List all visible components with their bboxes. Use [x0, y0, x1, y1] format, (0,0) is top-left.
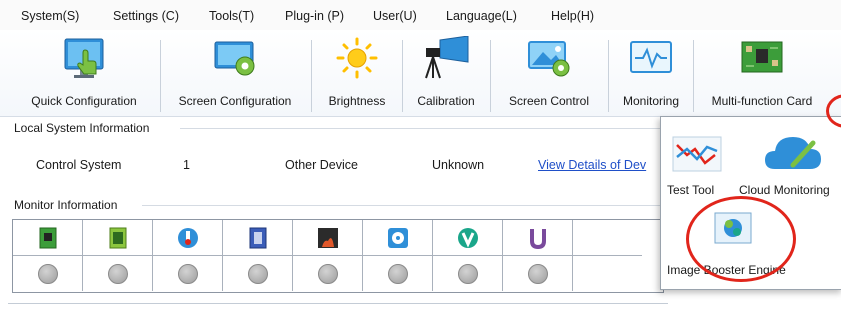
screen-configuration-button[interactable]: Screen Configuration	[163, 30, 307, 116]
menu-user[interactable]: User(U)	[373, 9, 417, 23]
circuit-module-icon[interactable]	[249, 227, 267, 249]
quick-configuration-button[interactable]: Quick Configuration	[12, 30, 156, 116]
screen-control-label: Screen Control	[508, 94, 590, 108]
receiving-card-icon[interactable]	[39, 227, 57, 249]
monitor-cell	[153, 256, 223, 291]
control-system-label: Control System	[36, 158, 122, 172]
camera-tripod-icon	[425, 36, 469, 79]
cloud-monitoring-label: Cloud Monitoring	[739, 183, 830, 197]
monitor-cell	[503, 220, 573, 256]
monitor-cell	[153, 220, 223, 256]
toolbar-separator	[693, 40, 694, 112]
monitor-cell	[293, 220, 363, 256]
screen-image-gear-icon	[528, 41, 570, 77]
monitor-cell	[433, 256, 503, 291]
toolbar-separator	[160, 40, 161, 112]
monitor-table	[12, 219, 664, 293]
monitor-cell	[503, 256, 573, 291]
fan-icon[interactable]	[387, 227, 409, 249]
status-led	[107, 263, 128, 284]
monitor-cell	[83, 256, 153, 291]
monitor-cell	[433, 220, 503, 256]
monitor-cell	[13, 220, 83, 256]
waveform-monitor-icon	[630, 41, 672, 73]
monitor-cell	[83, 220, 153, 256]
menu-system[interactable]: System(S)	[21, 9, 79, 23]
quick-configuration-label: Quick Configuration	[31, 94, 137, 108]
monitor-cell	[363, 220, 433, 256]
brightness-button[interactable]: Brightness	[314, 30, 400, 116]
monitor-cell	[13, 256, 83, 291]
monitoring-button[interactable]: Monitoring	[611, 30, 691, 116]
toolbar: Quick Configuration Screen Configuration…	[0, 30, 841, 117]
toolbar-separator	[311, 40, 312, 112]
monitor-cell	[573, 220, 642, 256]
local-system-title: Local System Information	[14, 121, 150, 135]
groupbox-divider	[142, 205, 660, 206]
status-led	[527, 263, 548, 284]
bottom-divider	[8, 303, 668, 304]
highlight-ring	[686, 196, 796, 282]
thermometer-icon[interactable]	[177, 227, 199, 249]
toolbar-separator	[490, 40, 491, 112]
status-led	[247, 263, 268, 284]
monitor-cell	[223, 256, 293, 291]
sun-icon	[336, 37, 378, 79]
sending-card-icon[interactable]	[109, 227, 127, 249]
screen-control-button[interactable]: Screen Control	[493, 30, 605, 116]
status-led	[317, 263, 338, 284]
cable-icon[interactable]	[528, 227, 548, 249]
other-device-value: Unknown	[432, 158, 485, 172]
test-tool-item[interactable]: Test Tool	[661, 125, 733, 203]
status-led	[37, 263, 58, 284]
menu-bar: System(S) Settings (C) Tools(T) Plug-in …	[0, 0, 841, 30]
multi-function-card-label: Multi-function Card	[711, 94, 813, 108]
toolbar-separator	[608, 40, 609, 112]
screen-configuration-label: Screen Configuration	[178, 94, 292, 108]
other-device-label: Other Device	[285, 158, 358, 172]
voltage-icon[interactable]	[457, 227, 479, 249]
status-led	[387, 263, 408, 284]
monitor-touch-icon	[64, 38, 104, 78]
monitor-cell	[573, 256, 642, 291]
monitor-cell	[293, 256, 363, 291]
menu-help[interactable]: Help(H)	[551, 9, 594, 23]
smoke-icon[interactable]	[317, 227, 339, 249]
cloud-pen-icon	[765, 137, 821, 169]
menu-language[interactable]: Language(L)	[446, 9, 517, 23]
groupbox-divider	[180, 128, 660, 129]
cloud-monitoring-item[interactable]: Cloud Monitoring	[735, 125, 841, 203]
menu-settings[interactable]: Settings (C)	[113, 9, 179, 23]
screen-gear-icon	[214, 41, 255, 76]
monitor-cell	[363, 256, 433, 291]
monitoring-label: Monitoring	[622, 94, 680, 108]
menu-plugin[interactable]: Plug-in (P)	[285, 9, 344, 23]
menu-tools[interactable]: Tools(T)	[209, 9, 254, 23]
monitor-cell	[223, 220, 293, 256]
calibration-label: Calibration	[417, 94, 475, 108]
monitor-information-title: Monitor Information	[14, 198, 118, 212]
brightness-label: Brightness	[328, 94, 386, 108]
toolbar-separator	[402, 40, 403, 112]
status-led	[177, 263, 198, 284]
test-tool-label: Test Tool	[667, 183, 715, 197]
status-led	[457, 263, 478, 284]
test-chart-icon	[672, 136, 722, 172]
view-details-link[interactable]: View Details of Dev	[538, 158, 646, 172]
circuit-board-icon	[741, 41, 783, 73]
calibration-button[interactable]: Calibration	[404, 30, 488, 116]
multi-function-card-button[interactable]: Multi-function Card	[695, 30, 829, 116]
control-system-value: 1	[183, 158, 190, 172]
